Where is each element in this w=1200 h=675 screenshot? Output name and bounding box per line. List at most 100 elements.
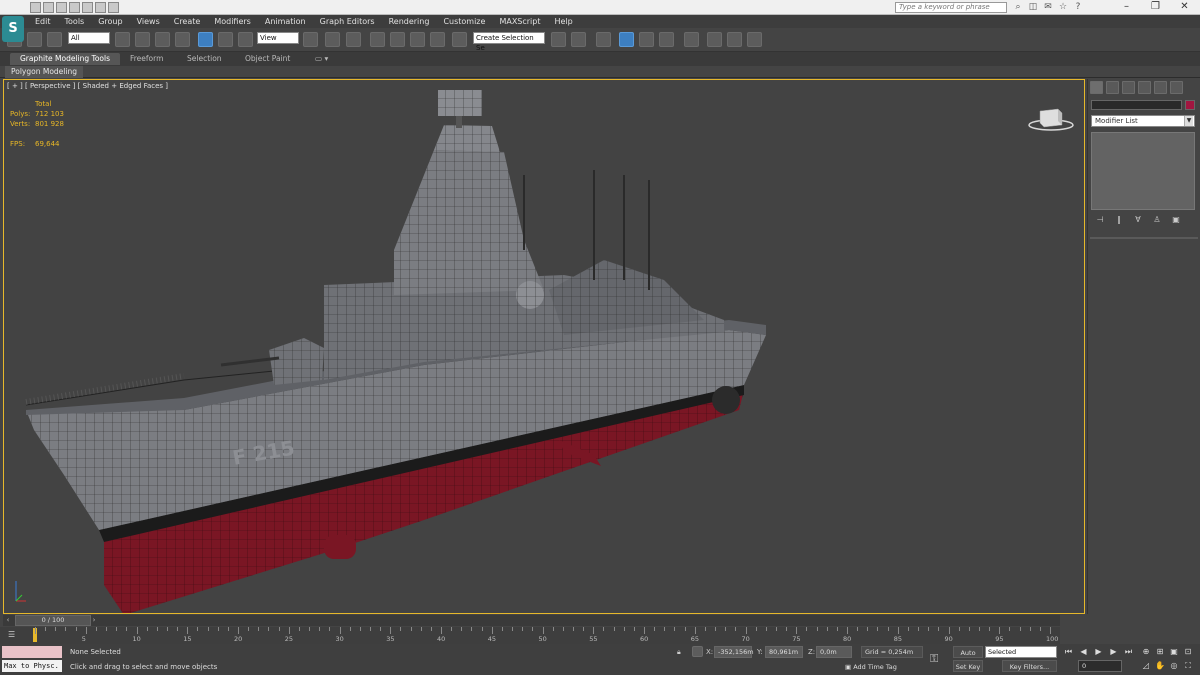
material-editor-icon[interactable] bbox=[684, 32, 699, 47]
absolute-mode-icon[interactable] bbox=[692, 646, 703, 657]
menu-maxscript[interactable]: MAXScript bbox=[492, 15, 547, 28]
pin-stack-icon[interactable]: ⊣ bbox=[1093, 215, 1107, 225]
field-of-view-icon[interactable]: ◿ bbox=[1140, 660, 1152, 672]
percent-snap-icon[interactable] bbox=[410, 32, 425, 47]
align-icon[interactable] bbox=[571, 32, 586, 47]
favorites-star-icon[interactable]: ☆ bbox=[1057, 1, 1069, 13]
motion-tab-icon[interactable] bbox=[1138, 81, 1151, 94]
menu-group[interactable]: Group bbox=[91, 15, 129, 28]
rendered-frame-window-icon[interactable] bbox=[727, 32, 742, 47]
snaps-toggle-icon[interactable] bbox=[370, 32, 385, 47]
curve-editor-icon[interactable] bbox=[639, 32, 654, 47]
ribbon-options-icon[interactable]: ▭ ▾ bbox=[305, 53, 338, 65]
menu-help[interactable]: Help bbox=[548, 15, 580, 28]
tab-freeform[interactable]: Freeform bbox=[120, 53, 173, 65]
select-and-scale-icon[interactable] bbox=[238, 32, 253, 47]
modifier-stack[interactable] bbox=[1091, 132, 1195, 210]
menu-create[interactable]: Create bbox=[167, 15, 208, 28]
show-end-result-icon[interactable]: ‖ bbox=[1112, 215, 1126, 225]
modifier-list-dropdown[interactable]: Modifier List ▼ bbox=[1091, 115, 1195, 127]
maximize-viewport-icon[interactable]: ⛶ bbox=[1182, 660, 1194, 672]
spinner-snap-icon[interactable] bbox=[430, 32, 445, 47]
mini-curve-editor-icon[interactable]: ☰ bbox=[8, 630, 20, 640]
hierarchy-tab-icon[interactable] bbox=[1122, 81, 1135, 94]
bind-space-warp-icon[interactable] bbox=[47, 32, 62, 47]
menu-customize[interactable]: Customize bbox=[436, 15, 492, 28]
perspective-viewport[interactable]: F 215 [ + ] [ Perspective ] [ Shaded + E… bbox=[3, 79, 1085, 614]
select-by-name-icon[interactable] bbox=[135, 32, 150, 47]
viewport-label-menu[interactable]: [ + ] [ Perspective ] [ Shaded + Edged F… bbox=[7, 82, 168, 90]
named-selection-dropdown[interactable]: Create Selection Se bbox=[473, 32, 545, 52]
z-coord-field[interactable]: 0,0m bbox=[816, 646, 852, 658]
window-crossing-icon[interactable] bbox=[175, 32, 190, 47]
zoom-extents-all-icon[interactable]: ⊡ bbox=[1182, 646, 1194, 658]
unlink-icon[interactable] bbox=[27, 32, 42, 47]
time-slider-thumb[interactable]: 0 / 100 bbox=[15, 615, 91, 626]
new-file-icon[interactable] bbox=[30, 2, 41, 13]
configure-modifier-sets-icon[interactable]: ▣ bbox=[1169, 215, 1183, 225]
select-and-move-icon[interactable] bbox=[198, 32, 213, 47]
play-icon[interactable]: ▶ bbox=[1092, 646, 1105, 658]
menu-edit[interactable]: Edit bbox=[28, 15, 58, 28]
undo-icon[interactable] bbox=[69, 2, 80, 13]
panel-polygon-modeling[interactable]: Polygon Modeling bbox=[5, 66, 83, 78]
pan-hand-icon[interactable]: ✋ bbox=[1154, 660, 1166, 672]
select-and-rotate-icon[interactable] bbox=[218, 32, 233, 47]
keyboard-shortcut-override-icon[interactable] bbox=[346, 32, 361, 47]
close-button[interactable]: ✕ bbox=[1170, 0, 1199, 15]
edit-named-selection-icon[interactable] bbox=[452, 32, 467, 47]
set-key-button[interactable]: Set Key bbox=[953, 660, 983, 672]
project-folder-icon[interactable] bbox=[95, 2, 106, 13]
menu-graph-editors[interactable]: Graph Editors bbox=[313, 15, 382, 28]
layer-manager-icon[interactable] bbox=[596, 32, 611, 47]
zoom-icon[interactable]: ⊕ bbox=[1140, 646, 1152, 658]
utilities-tab-icon[interactable] bbox=[1170, 81, 1183, 94]
display-tab-icon[interactable] bbox=[1154, 81, 1167, 94]
zoom-all-icon[interactable]: ⊞ bbox=[1154, 646, 1166, 658]
key-mode-dropdown[interactable]: Selected bbox=[985, 646, 1057, 658]
auto-key-button[interactable]: Auto Key bbox=[953, 646, 983, 669]
modify-tab-icon[interactable] bbox=[1106, 81, 1119, 94]
pivot-center-icon[interactable] bbox=[303, 32, 318, 47]
angle-snap-icon[interactable] bbox=[390, 32, 405, 47]
y-coord-field[interactable]: 80,961m bbox=[765, 646, 803, 658]
maxscript-listener-input[interactable] bbox=[2, 646, 62, 658]
mirror-icon[interactable] bbox=[551, 32, 566, 47]
tab-object-paint[interactable]: Object Paint bbox=[235, 53, 300, 65]
object-name-field[interactable] bbox=[1091, 100, 1182, 110]
time-slider-next-icon[interactable]: › bbox=[89, 615, 99, 626]
previous-frame-icon[interactable]: ◀ bbox=[1077, 646, 1090, 658]
create-tab-icon[interactable] bbox=[1090, 81, 1103, 94]
render-setup-icon[interactable] bbox=[707, 32, 722, 47]
rectangular-selection-icon[interactable] bbox=[155, 32, 170, 47]
menu-modifiers[interactable]: Modifiers bbox=[207, 15, 258, 28]
key-filters-button[interactable]: Key Filters... bbox=[1002, 660, 1057, 672]
track-bar[interactable]: ☰ 5 10 15 20 25 30 35 40 45 50 55 60 65 70 75 80 85 90 95 1… bbox=[0, 627, 1060, 644]
open-file-icon[interactable] bbox=[43, 2, 54, 13]
graphite-ribbon-toggle-icon[interactable] bbox=[619, 32, 634, 47]
communication-center-icon[interactable]: ✉ bbox=[1042, 1, 1054, 13]
schematic-view-icon[interactable] bbox=[659, 32, 674, 47]
menu-animation[interactable]: Animation bbox=[258, 15, 313, 28]
redo-icon[interactable] bbox=[82, 2, 93, 13]
render-production-icon[interactable] bbox=[747, 32, 762, 47]
go-to-end-icon[interactable]: ⏭ bbox=[1122, 646, 1135, 658]
tab-selection[interactable]: Selection bbox=[177, 53, 232, 65]
tab-graphite-modeling-tools[interactable]: Graphite Modeling Tools bbox=[10, 53, 121, 65]
select-object-icon[interactable] bbox=[115, 32, 130, 47]
save-file-icon[interactable] bbox=[56, 2, 67, 13]
reference-coordinate-dropdown[interactable]: View bbox=[257, 32, 299, 44]
search-input[interactable]: Type a keyword or phrase bbox=[895, 2, 1007, 13]
make-unique-icon[interactable]: ∀ bbox=[1131, 215, 1145, 225]
zoom-extents-icon[interactable]: ▣ bbox=[1168, 646, 1180, 658]
subscription-icon[interactable]: ◫ bbox=[1027, 1, 1039, 13]
orbit-icon[interactable]: ◎ bbox=[1168, 660, 1180, 672]
workspace-dropdown-icon[interactable] bbox=[108, 2, 119, 13]
menu-views[interactable]: Views bbox=[130, 15, 167, 28]
viewcube-icon[interactable] bbox=[1028, 103, 1074, 131]
maxscript-output[interactable]: Max to Physc. bbox=[2, 660, 62, 672]
binoculars-icon[interactable]: ⌕ bbox=[1012, 1, 1024, 13]
selection-filter-dropdown[interactable]: All bbox=[68, 32, 110, 44]
application-menu-button[interactable]: S bbox=[2, 16, 24, 42]
minimize-button[interactable]: – bbox=[1112, 0, 1141, 15]
